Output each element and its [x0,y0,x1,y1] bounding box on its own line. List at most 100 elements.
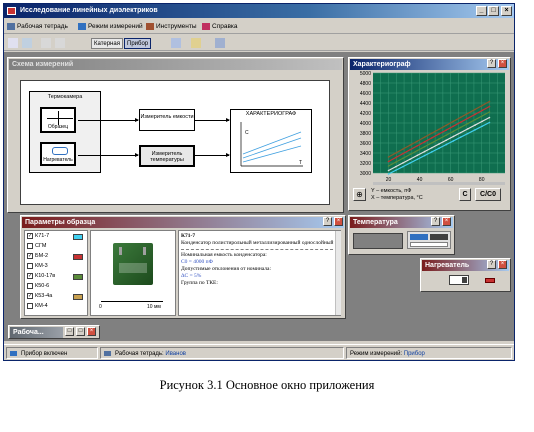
list-item[interactable]: СГМ [27,242,87,251]
close-button[interactable]: × [501,6,512,16]
checkbox[interactable] [27,282,33,289]
heater-help-button[interactable]: ? [487,260,496,269]
params-help-button[interactable]: ? [323,217,332,226]
list-item[interactable]: КМ-3 [27,262,87,271]
scheme-window: Схема измерений Термокамера Образец Нагр… [7,57,344,213]
series-point [416,158,419,161]
series-point [409,148,411,151]
checkbox[interactable] [27,262,33,269]
c-c0-button[interactable]: С/С0 [475,188,501,201]
minimized-close-button[interactable]: × [87,327,96,336]
temperature-close-button[interactable]: × [442,217,451,226]
menu-bar: Рабочая тетрадь Режим измерений Инструме… [4,19,514,34]
restore-button[interactable]: □ [65,327,74,336]
status-mode-label: Режим измерений: [350,351,403,357]
color-swatch[interactable] [73,254,83,260]
chart-help-button[interactable]: ? [487,59,496,68]
list-item[interactable]: КМ-4 [27,302,87,311]
series-point [409,144,411,146]
print-icon[interactable] [21,37,33,49]
y-tick-label: 3200 [360,161,371,167]
series-point [416,154,419,157]
series-point [474,118,476,121]
heater-close-button[interactable]: × [498,260,507,269]
chart-close-button[interactable]: × [498,59,507,68]
pointer-icon[interactable] [54,37,66,49]
minimize-button[interactable]: _ [476,6,487,16]
maximize-small-button[interactable]: □ [76,327,85,336]
checkbox[interactable]: ✓ [27,272,33,279]
magnifier-icon[interactable]: ⊕ [353,188,366,201]
temperature-controls[interactable] [407,231,451,249]
minimized-workbook-window[interactable]: Рабоча... □ □ × [8,325,100,339]
menu-tools[interactable]: Инструменты [146,21,197,32]
checkbox[interactable]: ✓ [27,292,33,299]
measure-icon [78,23,86,30]
temp-meter-block: Измеритель температуры [139,145,195,167]
desc-nominal-label: Номинальная емкость конденсатора: [181,252,267,258]
graph-block-label: ХАРАКТЕРИОГРАФ [245,111,297,117]
y-tick-label: 3800 [360,131,371,137]
params-close-button[interactable]: × [334,217,343,226]
series-point [481,109,484,112]
series-point [467,132,469,135]
c-button[interactable]: С [459,188,471,201]
device-icon [10,351,17,356]
series-point [394,165,397,168]
series-point [394,169,397,172]
params-window-title: Параметры образца [22,217,344,228]
series-point [445,143,448,146]
sample-list: ✓ К71-7 СГМ ✓ БМ-2 КМ-3 ✓ К10-17в К50-6 ✓ К5… [24,230,88,316]
legend-y: Y – емкость, пФ [371,188,412,194]
color-swatch[interactable] [73,294,83,300]
list-item[interactable]: К50-6 [27,282,87,291]
series-point [459,116,462,119]
series-point [387,173,390,175]
arrow-heater-temp [78,153,139,157]
series-point [430,142,433,144]
series-point [430,132,433,135]
person-icon[interactable] [214,37,226,49]
checkbox[interactable] [27,302,33,309]
series-point [474,108,476,111]
temperature-help-button[interactable]: ? [431,217,440,226]
checkbox[interactable] [27,242,33,249]
series-point [387,165,390,167]
eye-icon[interactable] [40,37,52,49]
menu-measure-mode[interactable]: Режим измерений [78,21,143,32]
checkbox[interactable]: ✓ [27,232,33,239]
series-point [438,128,440,131]
pribor-button[interactable]: Прибор [124,38,152,49]
y-tick-label: 5000 [360,71,371,77]
series-point [438,143,440,145]
desc-type: Конденсатор полистирольный металлизирова… [181,240,334,246]
legend-x: X – температура, °С [371,195,423,201]
y-tick-label: 4200 [360,111,371,117]
menu-help[interactable]: Справка [202,21,238,32]
maximize-button[interactable]: □ [488,6,499,16]
y-tick-label: 4400 [360,101,371,107]
new-icon[interactable] [7,37,19,49]
title-bar: Исследование линейных диэлектриков _ □ × [4,4,514,18]
checkbox[interactable]: ✓ [27,252,33,259]
y-tick-label: 4600 [360,91,371,97]
katernaya-button[interactable]: Катерная [91,38,123,49]
temp-slider[interactable] [410,242,448,247]
y-tick-label: 3000 [360,171,371,177]
series-point [402,157,404,160]
thermostat-label: Термокамера [47,94,83,100]
description-scrollbar[interactable] [335,231,341,315]
windows-icon[interactable] [170,37,182,49]
lock-icon[interactable] [190,37,202,49]
application-window: Исследование линейных диэлектриков _ □ ×… [3,3,515,361]
capacitor-image [113,243,153,285]
heater-switch[interactable] [449,275,469,285]
color-swatch[interactable] [73,274,83,280]
menu-workbook[interactable]: Рабочая тетрадь [7,21,68,32]
graph-ylabel: C [245,130,249,136]
chart-window: Характериограф ? × 5000 4800 4600 4400 4200 4… [348,57,511,211]
series-point [438,138,440,140]
status-mode: Режим измерений: Прибор [346,347,512,359]
color-swatch[interactable] [73,234,83,240]
heater-block: Нагреватель [40,142,76,166]
